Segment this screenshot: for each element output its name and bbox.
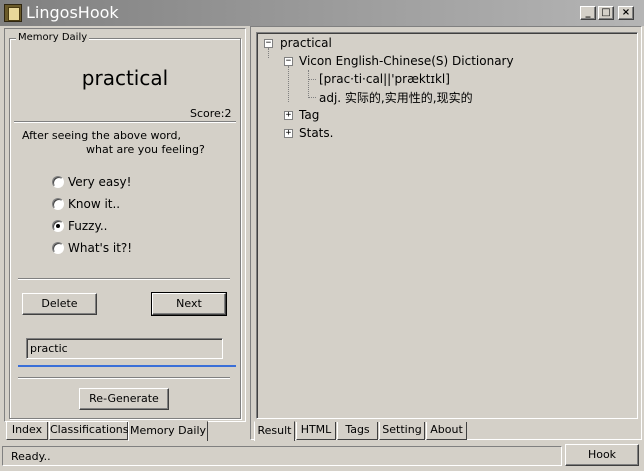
word-input[interactable]: practic: [26, 338, 223, 359]
tree-dictionary[interactable]: Vicon English-Chinese(S) Dictionary: [299, 54, 514, 68]
tab-html[interactable]: HTML: [296, 422, 336, 440]
memory-word: practical: [81, 66, 169, 90]
radio-know-it[interactable]: [52, 198, 64, 210]
expand-icon[interactable]: +: [284, 111, 293, 120]
hook-button[interactable]: Hook: [565, 444, 639, 466]
tab-tags[interactable]: Tags: [337, 422, 378, 440]
tab-setting[interactable]: Setting: [379, 422, 425, 440]
score-label: Score:2: [190, 107, 232, 120]
radio-fuzzy[interactable]: [52, 220, 64, 232]
minimize-button[interactable]: _: [580, 6, 596, 20]
expand-icon[interactable]: +: [284, 129, 293, 138]
tree-definition[interactable]: adj. 实际的,实用性的,现实的: [319, 89, 473, 106]
option-know-it[interactable]: Know it..: [52, 197, 120, 211]
divider: [18, 377, 230, 379]
radio-very-easy[interactable]: [52, 176, 64, 188]
option-fuzzy[interactable]: Fuzzy..: [52, 219, 107, 233]
tab-result[interactable]: Result: [254, 421, 295, 441]
tree-line: [308, 97, 316, 98]
option-whats-it[interactable]: What's it?!: [52, 241, 132, 255]
collapse-icon[interactable]: −: [284, 57, 293, 66]
option-label: Very easy!: [68, 175, 132, 189]
close-button[interactable]: ×: [618, 6, 634, 20]
progress-line: [18, 365, 236, 367]
question-line-2: what are you feeling?: [86, 143, 205, 156]
tree-pronunciation[interactable]: [prac·ti·cal||'præktɪkl]: [319, 72, 450, 86]
tree-line: [308, 70, 309, 98]
regenerate-button[interactable]: Re-Generate: [79, 388, 169, 410]
question-line-1: After seeing the above word,: [22, 129, 181, 142]
tree-line: [268, 48, 269, 58]
radio-whats-it[interactable]: [52, 242, 64, 254]
next-button[interactable]: Next: [151, 292, 227, 316]
tab-classifications[interactable]: Classifications: [49, 422, 129, 440]
option-label: Know it..: [68, 197, 121, 211]
tab-memory-daily[interactable]: Memory Daily: [128, 421, 208, 441]
option-label: What's it?!: [68, 241, 133, 255]
tab-about[interactable]: About: [426, 422, 467, 440]
option-label: Fuzzy..: [68, 219, 108, 233]
divider: [14, 121, 236, 123]
tree-line: [308, 79, 316, 80]
tree-stats[interactable]: Stats.: [299, 126, 333, 140]
status-bar: Ready..: [2, 446, 562, 466]
maximize-button[interactable]: □: [598, 6, 614, 20]
tree-line: [288, 66, 289, 102]
tree-tag[interactable]: Tag: [299, 108, 319, 122]
app-icon: [4, 4, 22, 22]
memory-daily-group: [9, 38, 241, 419]
tree-root[interactable]: practical: [280, 36, 332, 50]
tab-index[interactable]: Index: [6, 422, 48, 440]
divider: [18, 278, 230, 280]
delete-button[interactable]: Delete: [22, 293, 97, 315]
collapse-icon[interactable]: −: [264, 39, 273, 48]
option-very-easy[interactable]: Very easy!: [52, 175, 131, 189]
window-title: LingosHook: [26, 3, 119, 22]
group-label: Memory Daily: [16, 32, 90, 43]
